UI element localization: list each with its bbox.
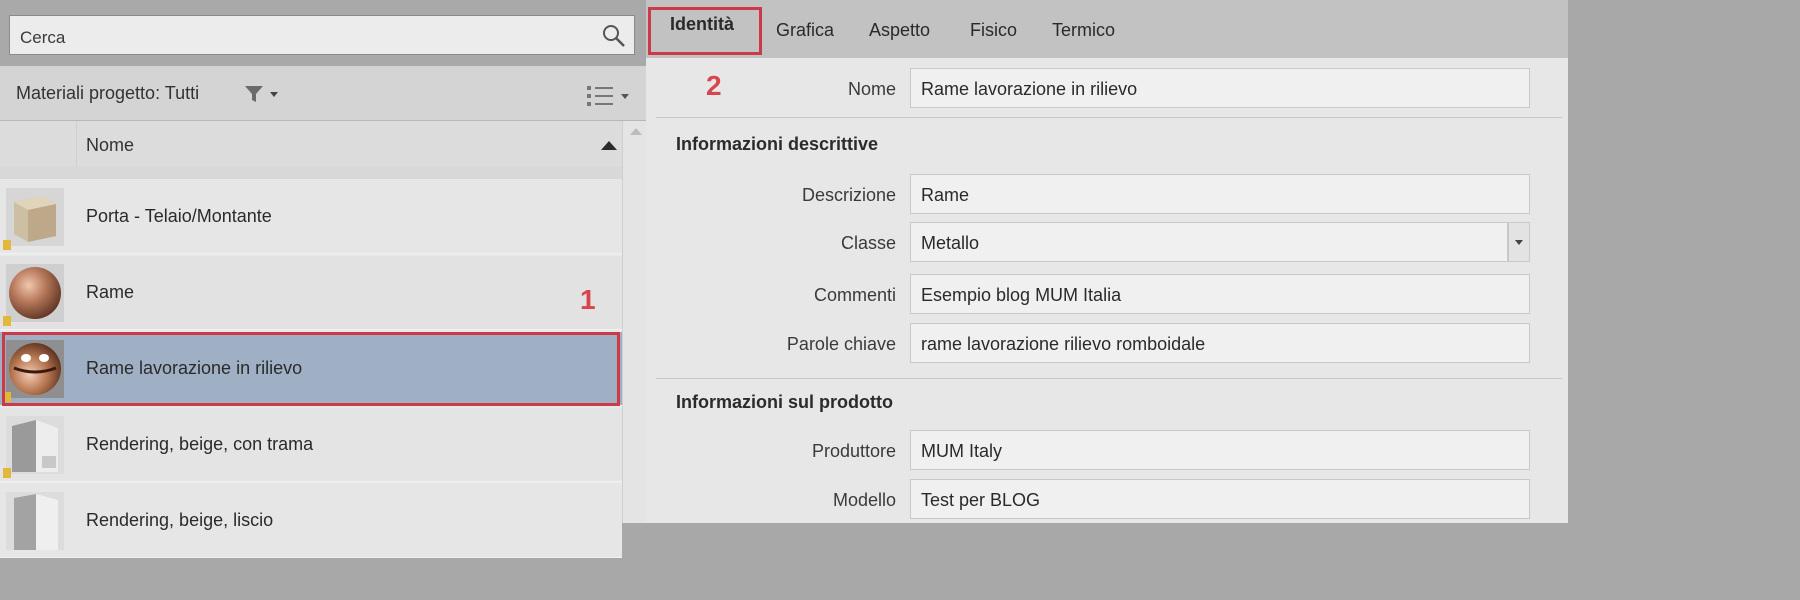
list-item[interactable]: Rame (0, 256, 622, 330)
material-thumbnail-beige-cube (6, 188, 64, 246)
list-item[interactable]: Rendering, beige, con trama (0, 408, 622, 482)
list-item[interactable]: Porta - Telaio/Montante (0, 180, 622, 254)
section-divider (656, 117, 1562, 118)
search-placeholder: Cerca (20, 28, 66, 47)
list-header: Nome (0, 121, 622, 168)
highlight-box-identity-tab (648, 7, 762, 55)
parole-chiave-field[interactable]: rame lavorazione rilievo romboidale (910, 323, 1530, 363)
tab-grafica[interactable]: Grafica (776, 20, 834, 41)
search-input[interactable]: Cerca (9, 15, 635, 55)
name-field[interactable]: Rame lavorazione in rilievo (910, 68, 1530, 108)
descrizione-value: Rame (921, 185, 970, 205)
search-icon[interactable] (600, 22, 628, 50)
funnel-filter-icon[interactable] (244, 84, 264, 104)
sort-ascending-icon[interactable] (601, 141, 617, 150)
column-header-name[interactable]: Nome (86, 135, 134, 156)
descrizione-label: Descrizione (801, 185, 896, 205)
name-label: Nome (847, 79, 896, 99)
list-view-icon[interactable] (585, 84, 629, 108)
list-item-label: Rame (86, 282, 135, 302)
material-thumbnail-beige-smooth (6, 492, 64, 550)
warning-tag-icon (3, 316, 11, 326)
material-thumbnail-beige-textured (6, 416, 64, 474)
section-title-descriptive: Informazioni descrittive (676, 134, 879, 154)
classe-dropdown-button[interactable] (1508, 222, 1530, 262)
classe-value: Metallo (921, 233, 980, 253)
list-item-label: Rendering, beige, con trama (86, 434, 314, 454)
classe-label: Classe (840, 233, 896, 253)
vertical-scrollbar[interactable] (622, 121, 646, 523)
section-title-product: Informazioni sul prodotto (676, 392, 893, 412)
produttore-value: MUM Italy (921, 441, 1002, 461)
highlight-box-selected-material (2, 332, 620, 406)
tab-fisico[interactable]: Fisico (970, 20, 1017, 41)
list-item[interactable]: Rendering, beige, liscio (0, 484, 622, 558)
column-divider (76, 121, 77, 167)
parole-chiave-value: rame lavorazione rilievo romboidale (921, 334, 1206, 354)
list-item-label: Porta - Telaio/Montante (86, 206, 272, 226)
tab-aspetto[interactable]: Aspetto (869, 20, 930, 41)
filter-label: Materiali progetto: Tutti (16, 83, 200, 103)
list-item-partial (0, 167, 622, 179)
descrizione-field[interactable]: Rame (910, 174, 1530, 214)
chevron-down-icon (1515, 240, 1523, 245)
tab-termico[interactable]: Termico (1052, 20, 1115, 41)
material-thumbnail-copper-sphere (6, 264, 64, 322)
list-item-label: Rendering, beige, liscio (86, 510, 274, 530)
filter-bar: Materiali progetto: Tutti (0, 66, 646, 121)
modello-label: Modello (832, 490, 896, 510)
modello-field[interactable]: Test per BLOG (910, 479, 1530, 519)
modello-value: Test per BLOG (921, 490, 1041, 510)
name-value: Rame lavorazione in rilievo (921, 79, 1138, 99)
classe-select[interactable]: Metallo (910, 222, 1508, 262)
scroll-up-icon[interactable] (630, 128, 642, 135)
commenti-label: Commenti (813, 285, 896, 305)
commenti-field[interactable]: Esempio blog MUM Italia (910, 274, 1530, 314)
produttore-label: Produttore (811, 441, 896, 461)
commenti-value: Esempio blog MUM Italia (921, 285, 1122, 305)
section-divider (656, 378, 1562, 379)
chevron-down-icon[interactable] (270, 92, 278, 97)
parole-chiave-label: Parole chiave (786, 334, 896, 354)
annotation-marker-1: 1 (580, 284, 596, 315)
tab-bar: Identità Grafica Aspetto Fisico Termico (646, 0, 1568, 58)
produttore-field[interactable]: MUM Italy (910, 430, 1530, 470)
warning-tag-icon (3, 468, 11, 478)
warning-tag-icon (3, 240, 11, 250)
